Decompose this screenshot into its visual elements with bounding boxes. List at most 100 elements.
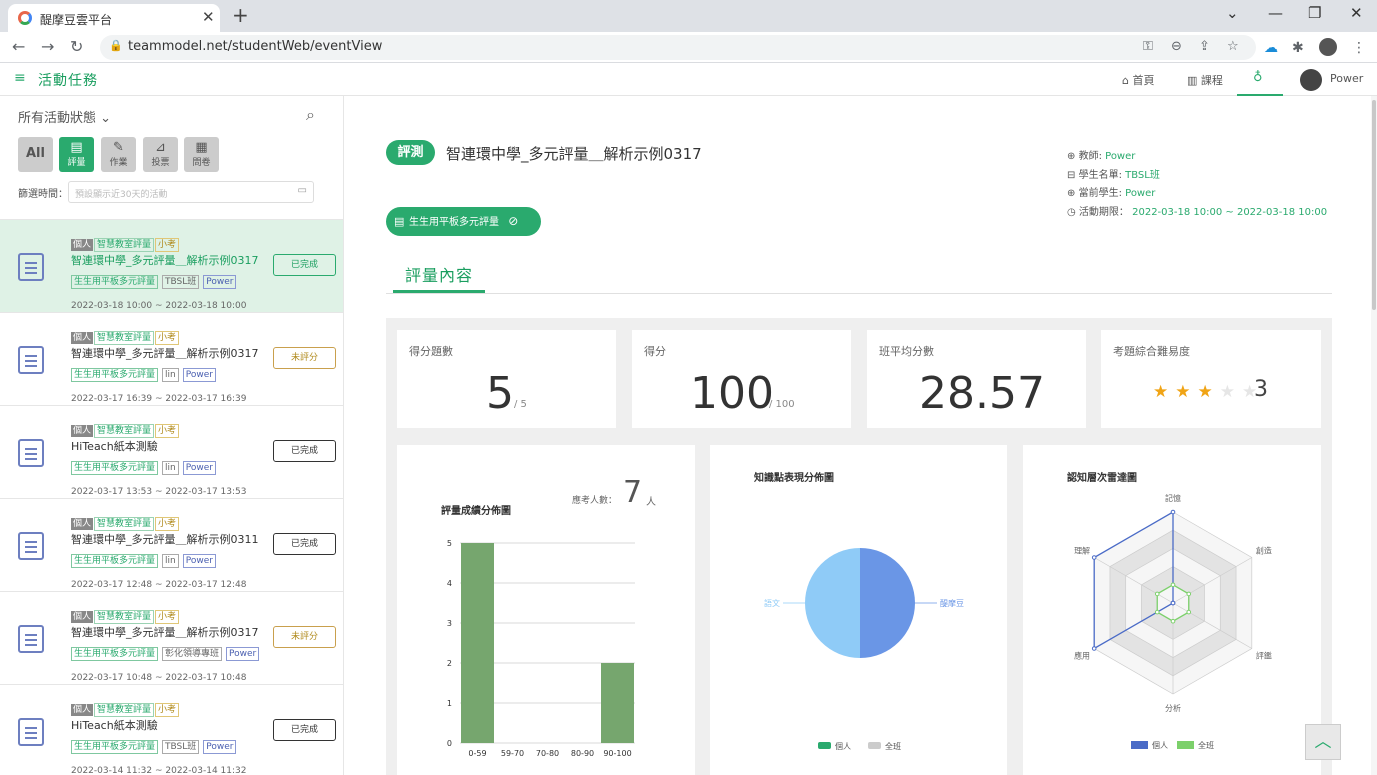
new-tab-icon[interactable]: + bbox=[232, 3, 249, 27]
legend-label: 個人 bbox=[835, 741, 851, 751]
browser-tab[interactable]: 醍摩豆雲平台 ✕ bbox=[8, 4, 220, 32]
key-icon[interactable]: ⚿ bbox=[1143, 39, 1153, 54]
item-tag: 小考 bbox=[155, 331, 180, 345]
student-label: 當前學生: bbox=[1078, 188, 1122, 199]
minimize-icon[interactable]: — bbox=[1268, 4, 1283, 22]
status-button[interactable]: 未評分 bbox=[273, 347, 336, 369]
item-tag: 智慧教室評量 bbox=[94, 703, 155, 717]
bar bbox=[601, 663, 634, 743]
radar-axis-label: 創造 bbox=[1256, 546, 1272, 556]
activity-list-item[interactable]: 個人 智慧教室評量 小考 HiTeach紙本測驗生生用平板多元評量 TBSL班 Power… bbox=[0, 685, 343, 775]
roster-value: TBSL班 bbox=[1125, 170, 1160, 181]
item-tags-secondary: 生生用平板多元評量 TBSL班 Power bbox=[71, 736, 271, 754]
share-icon[interactable]: ⇪ bbox=[1199, 39, 1210, 54]
tab-search-icon[interactable]: ⌄ bbox=[1226, 4, 1239, 22]
item-tag: 小考 bbox=[155, 424, 180, 438]
zoom-icon[interactable]: ⊖ bbox=[1171, 39, 1182, 54]
status-filter-dropdown[interactable]: 所有活動狀態 ⌄ bbox=[18, 107, 111, 126]
item-title: HiTeach紙本測驗 bbox=[71, 719, 158, 732]
home-icon: ⌂ bbox=[1122, 74, 1129, 87]
item-tag: 個人 bbox=[71, 704, 94, 716]
item-tag: 彰化領導專班 bbox=[162, 647, 223, 661]
reload-icon[interactable]: ↻ bbox=[70, 37, 83, 56]
item-tag: 生生用平板多元評量 bbox=[71, 740, 159, 754]
x-tick-label: 0-59 bbox=[468, 749, 486, 758]
item-date: 2022-03-14 11:32 ~ 2022-03-14 11:32 bbox=[71, 766, 247, 775]
item-tag: 智慧教室評量 bbox=[94, 610, 155, 624]
item-tags-secondary: 生生用平板多元評量 lin Power bbox=[71, 364, 271, 382]
item-tag: 小考 bbox=[155, 610, 180, 624]
stat-card-class-avg: 班平均分數 28.57 bbox=[867, 330, 1086, 428]
cloud-extension-icon[interactable]: ☁ bbox=[1264, 40, 1278, 56]
profile-avatar-icon[interactable] bbox=[1319, 38, 1337, 56]
filter-survey-button[interactable]: ▦ 問卷 bbox=[184, 137, 219, 172]
activity-list-item[interactable]: 個人 智慧教室評量 小考 智連環中學_多元評量＿解析示例0311 生生用平板多元評量 li… bbox=[0, 499, 343, 592]
date-filter-input[interactable]: 預設顯示近30天的活動 ▭ bbox=[68, 181, 314, 203]
filter-homework-button[interactable]: ✎ 作業 bbox=[101, 137, 136, 172]
calendar-icon[interactable]: ▭ bbox=[298, 185, 307, 196]
item-tag: lin bbox=[162, 554, 179, 568]
item-tag: 生生用平板多元評量 bbox=[71, 368, 159, 382]
filter-all-button[interactable]: All bbox=[18, 137, 53, 172]
legend-swatch bbox=[1131, 741, 1148, 749]
close-window-icon[interactable]: ✕ bbox=[1350, 4, 1363, 22]
menu-icon[interactable]: ≡ bbox=[14, 70, 26, 86]
item-tag: Power bbox=[226, 647, 260, 661]
status-button[interactable]: 已完成 bbox=[273, 254, 336, 276]
item-date: 2022-03-17 10:48 ~ 2022-03-17 10:48 bbox=[71, 673, 247, 683]
homework-icon: ✎ bbox=[113, 140, 124, 155]
maximize-icon[interactable]: ❐ bbox=[1308, 4, 1321, 22]
eval-type-badge: 評測 bbox=[386, 140, 435, 165]
item-tags: 個人 智慧教室評量 小考 bbox=[71, 325, 180, 345]
item-date: 2022-03-17 12:48 ~ 2022-03-17 12:48 bbox=[71, 580, 247, 590]
url-text: teammodel.net/studentWeb/eventView bbox=[128, 39, 383, 54]
item-tag: 智慧教室評量 bbox=[94, 238, 155, 252]
nav-activity-tab[interactable]: ♁ bbox=[1237, 63, 1283, 96]
activity-list-item[interactable]: 個人 智慧教室評量 小考 智連環中學_多元評量＿解析示例0317 生生用平板多元評量 li… bbox=[0, 313, 343, 406]
scroll-to-top-button[interactable]: ︿ bbox=[1305, 724, 1341, 760]
radar-axis-label: 應用 bbox=[1074, 651, 1090, 661]
stat-label: 考題綜合難易度 bbox=[1113, 345, 1190, 358]
address-bar[interactable]: 🔒 teammodel.net/studentWeb/eventView ⚿ ⊖… bbox=[100, 35, 1256, 60]
clipboard-icon bbox=[18, 625, 44, 653]
filter-vote-button[interactable]: ⊿ 投票 bbox=[143, 137, 178, 172]
roster-info: ⊟ 學生名單: TBSL班 bbox=[1067, 166, 1160, 181]
clipboard-icon bbox=[18, 439, 44, 467]
nav-courses[interactable]: ▥ 課程 bbox=[1187, 72, 1223, 88]
user-name[interactable]: Power bbox=[1330, 72, 1363, 85]
status-button[interactable]: 已完成 bbox=[273, 719, 336, 741]
radar-point bbox=[1170, 618, 1176, 624]
status-button[interactable]: 已完成 bbox=[273, 533, 336, 555]
x-tick-label: 59-70 bbox=[501, 749, 524, 758]
roster-label: 學生名單: bbox=[1078, 170, 1122, 181]
avatar[interactable] bbox=[1300, 69, 1322, 91]
activity-list-item[interactable]: 個人 智慧教室評量 小考 智連環中學_多元評量＿解析示例0317 生生用平板多元評量 TB… bbox=[0, 220, 343, 313]
extensions-puzzle-icon[interactable]: ✱ bbox=[1292, 40, 1304, 56]
score-bar-chart: 0 1 2 3 4 5 0-59 59-70 70-80 80-90 90-100 bbox=[447, 539, 635, 758]
check-circle-icon: ⊘ bbox=[508, 214, 519, 228]
tab-eval-content[interactable]: 評量內容 bbox=[405, 262, 473, 286]
status-button[interactable]: 已完成 bbox=[273, 440, 336, 462]
legend-label: 全班 bbox=[1198, 740, 1214, 750]
back-icon[interactable]: ← bbox=[12, 37, 25, 56]
item-tag: 小考 bbox=[155, 238, 180, 252]
scrollbar-thumb[interactable] bbox=[1372, 100, 1376, 310]
filter-eval-button[interactable]: ▤ 評量 bbox=[59, 137, 94, 172]
forward-icon[interactable]: → bbox=[41, 37, 54, 56]
activity-list-item[interactable]: 個人 智慧教室評量 小考 智連環中學_多元評量＿解析示例0317 生生用平板多元評量 彰化… bbox=[0, 592, 343, 685]
nav-home[interactable]: ⌂ 首頁 bbox=[1122, 72, 1154, 88]
item-tags-secondary: 生生用平板多元評量 TBSL班 Power bbox=[71, 271, 271, 289]
search-icon[interactable]: ⌕ bbox=[306, 105, 315, 125]
item-tags-secondary: 生生用平板多元評量 lin Power bbox=[71, 550, 271, 568]
bookmark-star-icon[interactable]: ☆ bbox=[1227, 39, 1239, 54]
date-filter-label: 篩選時間： bbox=[18, 189, 68, 200]
close-tab-icon[interactable]: ✕ bbox=[202, 8, 215, 26]
item-tags: 個人 智慧教室評量 小考 bbox=[71, 697, 180, 717]
activity-list-item[interactable]: 個人 智慧教室評量 小考 HiTeach紙本測驗 生生用平板多元評量 lin Power 20… bbox=[0, 406, 343, 499]
status-button[interactable]: 未評分 bbox=[273, 626, 336, 648]
knowledge-point-card: 知識點表現分佈圖 醍摩豆 語文 個人 全班 bbox=[710, 445, 1007, 775]
kebab-menu-icon[interactable]: ⋮ bbox=[1352, 40, 1366, 56]
item-tag: Power bbox=[182, 554, 216, 568]
roster-icon: ⊟ bbox=[1067, 170, 1076, 181]
nav-courses-label: 課程 bbox=[1200, 74, 1223, 87]
